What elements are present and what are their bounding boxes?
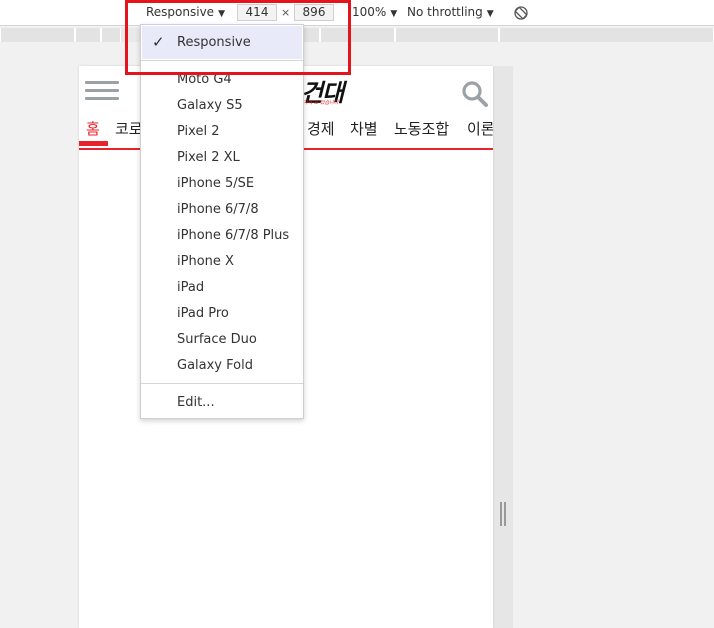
device-toolbar: Responsive ▼ 414 × 896 100% ▼ No throttlin…	[0, 0, 714, 26]
menu-item-device[interactable]: Moto G4	[177, 72, 232, 87]
media-query-ruler	[0, 28, 714, 42]
nav-item[interactable]: 코로	[115, 118, 143, 139]
menu-item-device[interactable]: Pixel 2	[177, 124, 219, 139]
checkmark-icon: ✓	[152, 33, 165, 51]
viewport-resize-area	[493, 66, 513, 628]
ruler-segment[interactable]	[0, 28, 75, 42]
height-input[interactable]: 896	[294, 4, 334, 21]
ruler-segment[interactable]	[499, 28, 714, 42]
menu-item-device[interactable]: Galaxy Fold	[177, 358, 253, 373]
nav-item-home[interactable]: 홈	[86, 118, 100, 139]
rotate-icon[interactable]	[513, 5, 529, 21]
ruler-segment[interactable]	[395, 28, 499, 42]
nav-item[interactable]: 노동조합	[394, 118, 449, 139]
nav-active-indicator	[79, 141, 108, 146]
menu-divider	[141, 383, 303, 384]
nav-item[interactable]: 차별	[350, 118, 378, 139]
zoom-select[interactable]: 100% ▼	[352, 5, 397, 19]
chevron-down-icon: ▼	[218, 9, 225, 19]
menu-divider	[141, 60, 303, 61]
chevron-down-icon: ▼	[390, 9, 398, 19]
menu-item-device[interactable]: Galaxy S5	[177, 98, 243, 113]
menu-item-device[interactable]: iPhone 6/7/8 Plus	[177, 228, 289, 243]
zoom-label: 100%	[352, 5, 387, 19]
device-dropdown-menu: ✓ Responsive Moto G4 Galaxy S5 Pixel 2 P…	[140, 24, 304, 419]
device-select[interactable]: Responsive ▼	[146, 5, 225, 19]
menu-item-responsive[interactable]: ✓ Responsive	[142, 26, 302, 59]
menu-item-device[interactable]: iPhone 5/SE	[177, 176, 254, 191]
viewport-resize-handle[interactable]	[500, 502, 506, 526]
menu-item-device[interactable]: iPad	[177, 280, 204, 295]
chevron-down-icon: ▼	[486, 9, 494, 19]
site-logo-tagline: 기억 또 있습니다	[303, 100, 339, 106]
menu-item-edit[interactable]: Edit...	[177, 395, 215, 410]
search-icon[interactable]	[461, 80, 489, 108]
width-input[interactable]: 414	[237, 4, 277, 21]
device-select-label: Responsive	[146, 5, 215, 19]
dimension-separator: ×	[281, 6, 291, 19]
menu-item-device[interactable]: Pixel 2 XL	[177, 150, 240, 165]
ruler-segment[interactable]	[320, 28, 395, 42]
ruler-segment[interactable]	[101, 28, 121, 42]
nav-item[interactable]: 경제	[307, 118, 335, 139]
ruler-segment[interactable]	[75, 28, 101, 42]
menu-item-label: Responsive	[177, 35, 251, 50]
menu-item-device[interactable]: Surface Duo	[177, 332, 257, 347]
menu-item-device[interactable]: iPhone 6/7/8	[177, 202, 259, 217]
nav-item[interactable]: 이론	[467, 118, 493, 139]
menu-item-device[interactable]: iPhone X	[177, 254, 234, 269]
throttling-label: No throttling	[407, 5, 483, 19]
hamburger-menu-icon[interactable]	[85, 81, 119, 101]
menu-item-device[interactable]: iPad Pro	[177, 306, 229, 321]
throttling-select[interactable]: No throttling ▼	[407, 5, 494, 19]
